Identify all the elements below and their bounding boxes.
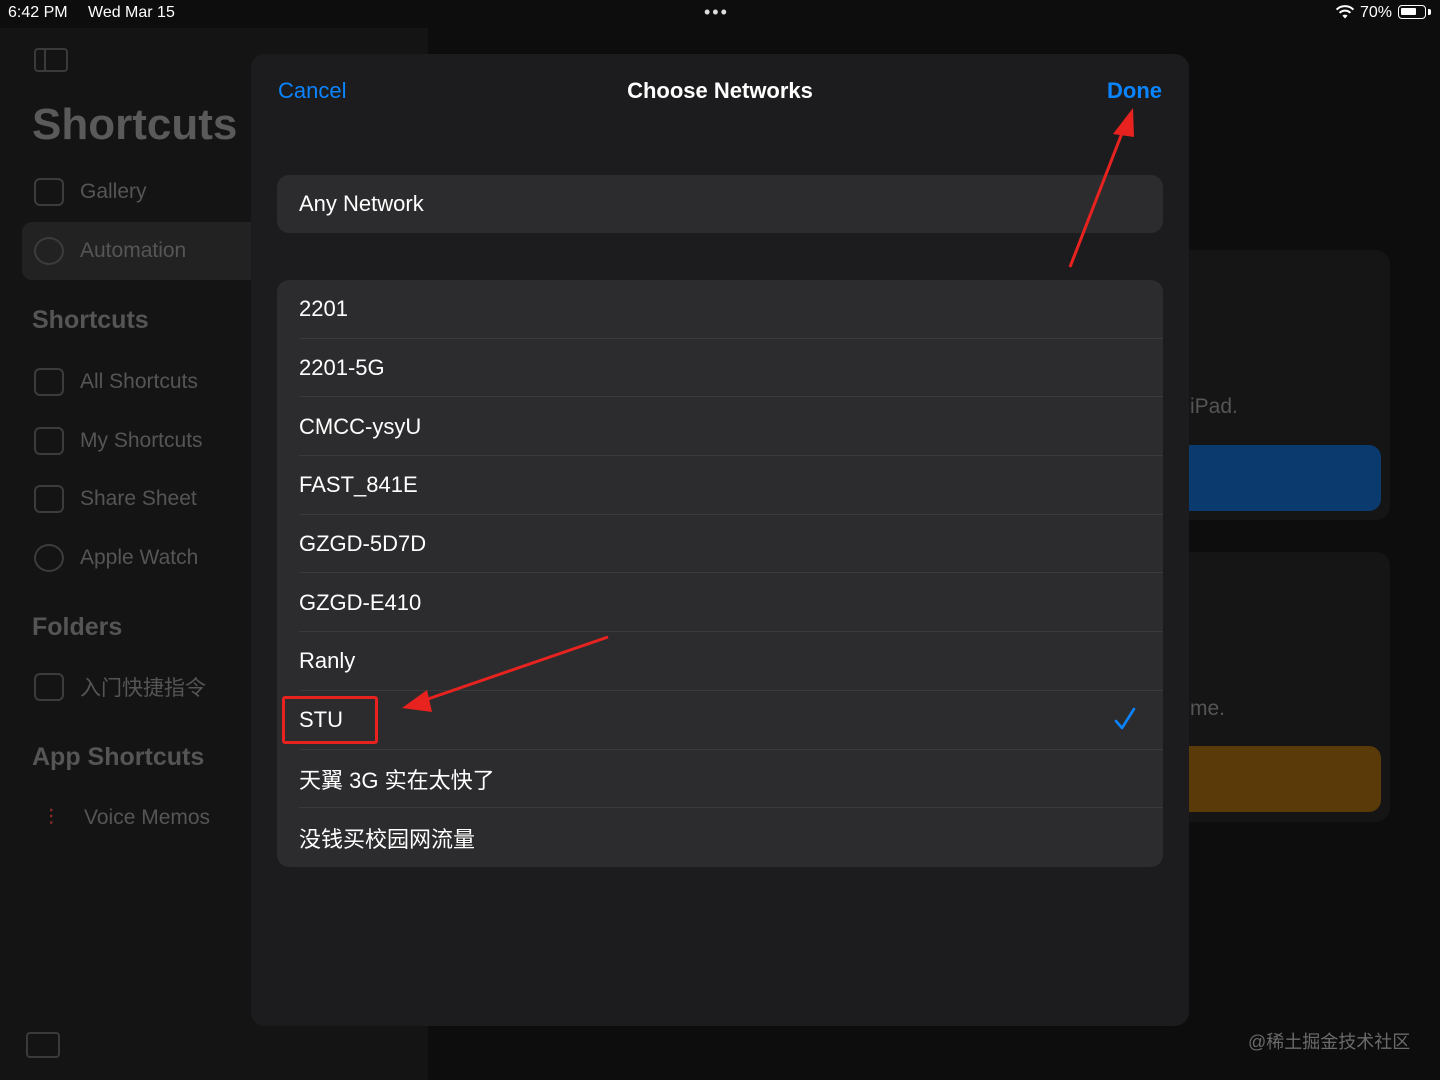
- choose-networks-sheet: Cancel Choose Networks Done Any Network …: [251, 54, 1189, 1026]
- grid-icon: [34, 368, 64, 396]
- network-row[interactable]: 2201: [277, 280, 1163, 339]
- gallery-icon: [34, 178, 64, 206]
- sidebar-item-voice-memos[interactable]: ⫶ Voice Memos: [22, 789, 262, 847]
- sidebar-item-label: Voice Memos: [84, 806, 211, 829]
- sidebar-item-gallery[interactable]: Gallery: [22, 163, 262, 221]
- waveform-icon: ⫶: [48, 805, 54, 830]
- person-icon: [34, 427, 64, 455]
- network-name: GZGD-5D7D: [299, 531, 427, 557]
- watch-icon: [34, 544, 64, 572]
- status-time: 6:42 PM: [8, 4, 68, 21]
- network-name: FAST_841E: [299, 472, 418, 498]
- folder-icon: [34, 673, 64, 701]
- network-name: 2201-5G: [299, 355, 385, 381]
- battery-level: [1401, 8, 1416, 15]
- network-row[interactable]: FAST_841E: [277, 456, 1163, 515]
- network-row[interactable]: CMCC-ysyU: [277, 397, 1163, 457]
- status-date: Wed Mar 15: [88, 4, 175, 21]
- sidebar-item-automation[interactable]: Automation: [22, 222, 262, 280]
- background-orange-button: [1160, 746, 1381, 812]
- battery-percent: 70%: [1360, 4, 1393, 21]
- folders-section-header: Folders: [32, 613, 123, 641]
- battery-tip: [1428, 9, 1431, 15]
- network-row[interactable]: Ranly: [277, 632, 1163, 691]
- done-button[interactable]: Done: [1107, 78, 1162, 104]
- sidebar-title: Shortcuts: [32, 100, 238, 149]
- background-text: me.: [1190, 697, 1226, 720]
- checkmark-icon: [1114, 707, 1136, 730]
- wifi-icon: [1335, 5, 1355, 19]
- sheet-title: Choose Networks: [627, 78, 813, 103]
- network-row[interactable]: STU: [277, 691, 1163, 750]
- sidebar-item-label: Apple Watch: [80, 546, 199, 569]
- any-network-group: Any Network: [277, 175, 1163, 233]
- network-row[interactable]: GZGD-E410: [277, 573, 1163, 633]
- watermark: @稀土掘金技术社区: [1248, 1032, 1411, 1052]
- sidebar-item-all-shortcuts[interactable]: All Shortcuts: [22, 353, 262, 411]
- status-bar: 6:42 PM Wed Mar 15 ••• 70%: [0, 0, 1440, 28]
- shortcuts-section-header: Shortcuts: [32, 306, 149, 334]
- battery-icon: [1398, 5, 1426, 19]
- background-text: iPad.: [1190, 395, 1238, 418]
- sidebar-item-label: Gallery: [80, 180, 147, 203]
- background-blue-button: [1160, 445, 1381, 511]
- network-row[interactable]: GZGD-5D7D: [277, 515, 1163, 574]
- network-name: CMCC-ysyU: [299, 413, 422, 439]
- network-name: 2201: [299, 296, 348, 322]
- network-name: 没钱买校园网流量: [299, 826, 476, 852]
- app-shortcuts-section-header: App Shortcuts: [32, 743, 205, 771]
- network-row[interactable]: 天翼 3G 实在太快了: [277, 750, 1163, 809]
- sidebar-toggle-icon[interactable]: [34, 48, 68, 72]
- sidebar-item-label: My Shortcuts: [80, 429, 203, 452]
- network-row[interactable]: 2201-5G: [277, 339, 1163, 398]
- sidebar-item-label: 入门快捷指令: [80, 677, 206, 700]
- any-network-label: Any Network: [299, 191, 424, 216]
- network-name: GZGD-E410: [299, 589, 422, 615]
- sidebar-item-share-sheet[interactable]: Share Sheet: [22, 470, 262, 528]
- multitasking-dots[interactable]: •••: [704, 2, 729, 23]
- sidebar-item-label: All Shortcuts: [80, 370, 198, 393]
- annotation-highlight-box: [282, 696, 378, 744]
- network-row[interactable]: 没钱买校园网流量: [277, 808, 1163, 867]
- share-icon: [34, 485, 64, 513]
- network-name: 天翼 3G 实在太快了: [299, 767, 495, 793]
- network-list: 2201 2201-5G CMCC-ysyU FAST_841E GZGD-5D7D GZ…: [277, 280, 1163, 867]
- clock-icon: [34, 237, 64, 265]
- sidebar-item-my-shortcuts[interactable]: My Shortcuts: [22, 412, 262, 470]
- any-network-row[interactable]: Any Network: [277, 175, 1163, 233]
- sidebar-item-label: Automation: [80, 239, 187, 262]
- sidebar-item-label: Share Sheet: [80, 487, 197, 510]
- network-name: Ranly: [299, 648, 356, 674]
- sidebar-item-folder[interactable]: 入门快捷指令: [22, 658, 262, 716]
- sidebar-item-apple-watch[interactable]: Apple Watch: [22, 529, 262, 587]
- new-folder-icon[interactable]: [26, 1032, 60, 1058]
